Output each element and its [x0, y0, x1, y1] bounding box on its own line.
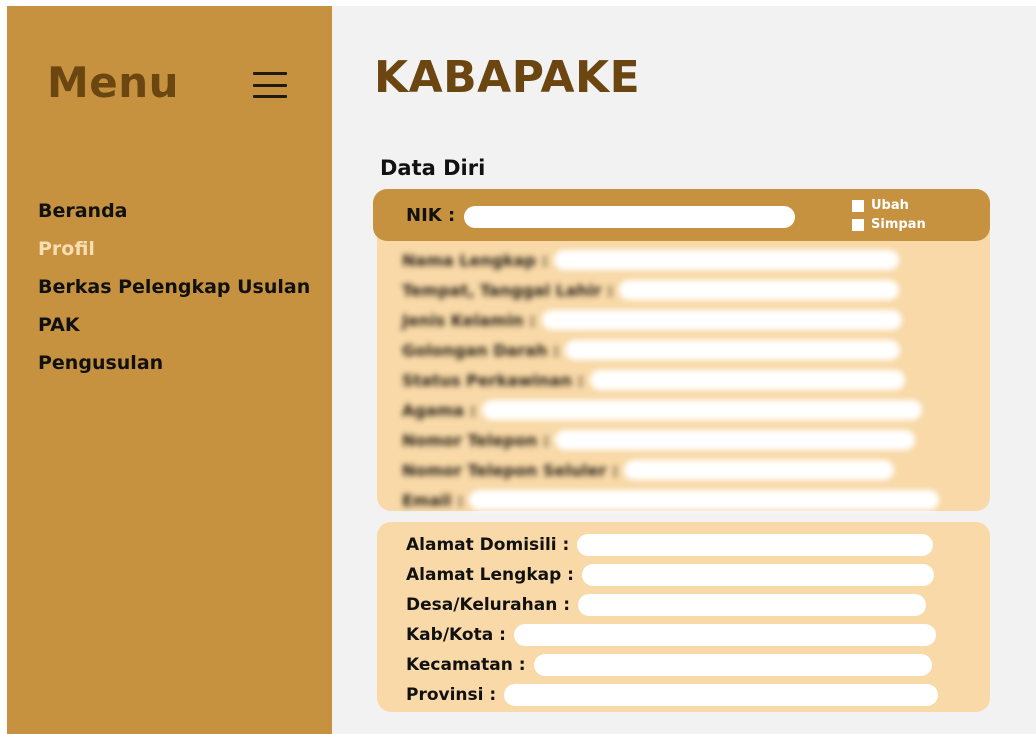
sidebar-item-beranda[interactable]: Beranda [38, 192, 310, 230]
field-label: Provinsi : [406, 685, 497, 705]
sidebar-item-berkas-pelengkap-usulan[interactable]: Berkas Pelengkap Usulan [38, 268, 310, 306]
form-row-kecamatan: Kecamatan : [406, 654, 932, 676]
address-panel: Alamat Domisili : Alamat Lengkap : Desa/… [377, 522, 990, 712]
alamat-domisili-input[interactable] [577, 534, 934, 556]
edit-checkbox-icon [852, 199, 864, 212]
field-label: Agama : [402, 400, 477, 420]
form-row-jenis-kelamin: Jenis Kelamin : [402, 305, 939, 335]
form-row-nomor-telepon: Nomor Telepon : [402, 425, 939, 455]
field-label: Alamat Domisili : [406, 535, 570, 555]
form-row-alamat-lengkap: Alamat Lengkap : [406, 564, 934, 586]
field-label: Jenis Kelamin : [402, 310, 536, 330]
form-row-agama: Agama : [402, 395, 939, 425]
personal-fields: Nama Lengkap : Tempat, Tanggal Lahir : J… [402, 245, 940, 515]
form-row-nama-lengkap: Nama Lengkap : [402, 245, 939, 275]
save-button[interactable]: Simpan [852, 215, 926, 234]
sidebar: Menu Beranda Profil Berkas Pelengkap Usu… [7, 6, 332, 734]
alamat-lengkap-input[interactable] [581, 564, 934, 586]
field-label: Kab/Kota : [406, 625, 506, 645]
hamburger-icon[interactable] [253, 72, 287, 98]
sidebar-nav: Beranda Profil Berkas Pelengkap Usulan P… [38, 192, 310, 382]
provinsi-input[interactable] [504, 684, 939, 706]
edit-button-label: Ubah [871, 198, 909, 213]
nomor-telepon-seluler-field[interactable] [624, 460, 895, 480]
form-row-desa-kelurahan: Desa/Kelurahan : [406, 594, 927, 616]
save-checkbox-icon [852, 218, 864, 231]
field-label: Desa/Kelurahan : [406, 595, 571, 615]
section-title: Data Diri [380, 156, 486, 180]
form-row-alamat-domisili: Alamat Domisili : [406, 534, 934, 556]
status-perkawinan-field[interactable] [589, 370, 905, 390]
sidebar-item-pak[interactable]: PAK [38, 306, 310, 344]
nik-input[interactable] [464, 206, 795, 228]
field-label: Status Perkawinan : [402, 370, 584, 390]
save-button-label: Simpan [871, 217, 926, 232]
tempat-tanggal-lahir-field[interactable] [619, 280, 900, 300]
agama-field[interactable] [482, 400, 923, 420]
jenis-kelamin-field[interactable] [541, 310, 902, 330]
form-row-nomor-telepon-seluler: Nomor Telepon Seluler : [402, 455, 939, 485]
nomor-telepon-field[interactable] [555, 430, 916, 450]
form-row-email: Email : [402, 485, 940, 515]
kab-kota-input[interactable] [513, 624, 936, 646]
action-group: Ubah Simpan [852, 196, 926, 234]
main-content: KABAPAKE Data Diri NIK : Ubah Simpan Nam… [332, 6, 1036, 734]
form-row-kab-kota: Kab/Kota : [406, 624, 936, 646]
field-label: Tempat, Tanggal Lahir : [402, 280, 614, 300]
sidebar-item-pengusulan[interactable]: Pengusulan [38, 344, 310, 382]
golongan-darah-field[interactable] [565, 340, 901, 360]
field-label: Golongan Darah : [402, 340, 560, 360]
field-label: Nomor Telepon : [402, 430, 550, 450]
kecamatan-input[interactable] [533, 654, 932, 676]
field-label: Nomor Telepon Seluler : [402, 460, 619, 480]
form-row-status-perkawinan: Status Perkawinan : [402, 365, 939, 395]
sidebar-item-profil[interactable]: Profil [38, 230, 310, 268]
field-label: Nama Lengkap : [402, 250, 548, 270]
field-label: Alamat Lengkap : [406, 565, 574, 585]
form-row-golongan-darah: Golongan Darah : [402, 335, 939, 365]
nama-lengkap-field[interactable] [553, 250, 899, 270]
form-row-provinsi: Provinsi : [406, 684, 939, 706]
form-row-tempat-tanggal-lahir: Tempat, Tanggal Lahir : [402, 275, 939, 305]
field-label: Kecamatan : [406, 655, 526, 675]
email-field[interactable] [469, 490, 940, 510]
edit-button[interactable]: Ubah [852, 196, 926, 215]
nik-bar: NIK : Ubah Simpan [373, 189, 990, 241]
app-frame: Menu Beranda Profil Berkas Pelengkap Usu… [7, 6, 1036, 734]
sidebar-title: Menu [47, 58, 180, 107]
page-title: KABAPAKE [374, 52, 641, 103]
nik-label: NIK : [406, 205, 456, 226]
field-label: Email : [402, 490, 464, 510]
desa-kelurahan-input[interactable] [578, 594, 927, 616]
